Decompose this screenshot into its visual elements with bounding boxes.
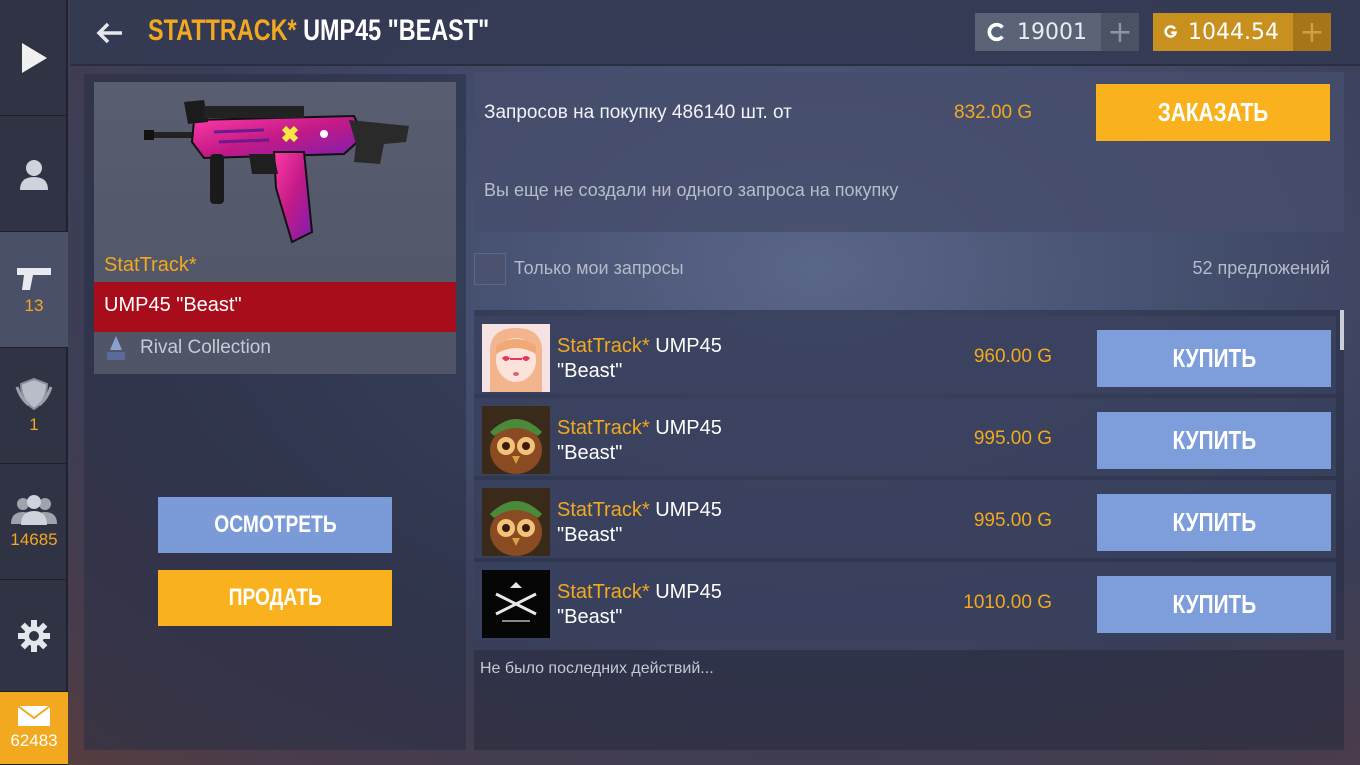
buy-label: КУПИТЬ [1172,507,1256,537]
sidebar-item-profile[interactable] [0,116,68,232]
offer-row: StatTrack* UMP45 "Beast" 1010.00 G КУПИТ… [474,562,1336,640]
no-orders-text: Вы еще не создали ни одного запроса на п… [484,180,899,200]
sell-label: ПРОДАТЬ [228,584,322,611]
filter-row: Только мои запросы 52 предложений [474,250,1330,288]
offer-skin: "Beast" [557,442,623,464]
sidebar-item-settings[interactable] [0,580,68,692]
offer-price: 960.00 G [973,346,1052,367]
credits-icon [987,22,1004,42]
play-icon [22,42,47,73]
shield-icon [15,377,53,410]
offer-item-name: StatTrack* UMP45 "Beast" [557,334,722,384]
credits-value: 19001 [1017,19,1087,45]
gold-value: 1044.54 [1188,19,1279,45]
recent-activity-text: Не было последних действий... [480,660,714,677]
buy-button[interactable]: КУПИТЬ [1097,412,1331,469]
crossed-guns-logo-icon [482,570,550,638]
offer-price: 995.00 G [973,428,1052,449]
weapon-image [144,100,409,244]
offers-scrollbar[interactable] [1340,310,1344,350]
mail-count: 62483 [10,731,58,750]
offer-weapon: UMP45 [655,335,722,357]
top-bar: STATTRACK* UMP45 "BEAST" 19001 + 1044.54… [70,0,1360,66]
gold-icon [1164,25,1178,38]
buy-label: КУПИТЬ [1172,425,1256,455]
buy-label: КУПИТЬ [1172,589,1256,619]
add-gold-button[interactable]: + [1293,13,1331,51]
buy-order-panel: Запросов на покупку 486140 шт. от 832.00… [474,72,1344,232]
only-my-requests-checkbox[interactable] [474,253,506,285]
sidebar-item-play[interactable] [0,0,68,116]
offer-price: 1010.00 G [963,592,1052,613]
offer-row: StatTrack* UMP45 "Beast" 995.00 G КУПИТЬ [474,398,1336,476]
clan-count: 1 [29,414,39,434]
back-button[interactable] [94,17,126,49]
owl-avatar-icon [482,406,550,474]
offer-stattrack: StatTrack* [557,581,650,603]
buy-button[interactable]: КУПИТЬ [1097,494,1331,551]
mail-icon [17,705,51,726]
seller-avatar [482,570,550,638]
only-my-requests-label: Только мои запросы [514,258,684,278]
inspect-label: ОСМОТРЕТЬ [213,511,337,538]
sidebar: 13 1 14685 62483 [0,0,68,765]
credits-balance: 19001 + [975,13,1139,51]
sell-button[interactable]: ПРОДАТЬ [158,570,392,626]
buy-button[interactable]: КУПИТЬ [1097,576,1331,633]
gold-balance: 1044.54 + [1153,13,1331,51]
offer-row: StatTrack* UMP45 "Beast" 960.00 G КУПИТЬ [474,316,1336,394]
offer-weapon: UMP45 [655,499,722,521]
friends-count: 14685 [10,529,58,549]
owl-avatar-icon [482,488,550,556]
offer-item-name: StatTrack* UMP45 "Beast" [557,498,722,548]
order-label: ЗАКАЗАТЬ [1157,97,1269,127]
offer-item-name: StatTrack* UMP45 "Beast" [557,416,722,466]
stattrack-label: StatTrack* [104,254,197,276]
offer-count: 52 предложений [1192,258,1330,278]
item-name-bar: UMP45 "Beast" [94,282,456,332]
inspect-button[interactable]: ОСМОТРЕТЬ [158,497,392,553]
collection-name: Rival Collection [140,337,271,358]
title-stattrack: STATTRACK* [148,14,297,47]
item-panel: StatTrack* UMP45 "Beast" Rival Collectio… [84,74,466,750]
buy-requests-text: Запросов на покупку 486140 шт. от [484,102,792,123]
anime-girl-avatar-icon [482,324,550,392]
offer-skin: "Beast" [557,606,623,628]
offer-skin: "Beast" [557,524,623,546]
friends-icon [11,494,57,525]
collection-info: Rival Collection [104,334,271,362]
inventory-count: 13 [24,295,44,315]
arrow-left-icon [96,22,122,44]
sidebar-item-mail[interactable]: 62483 [0,692,68,765]
user-icon [20,159,48,190]
offers-list: StatTrack* UMP45 "Beast" 960.00 G КУПИТЬ… [474,310,1344,640]
offer-price: 995.00 G [973,510,1052,531]
rival-collection-icon [107,336,125,360]
offer-stattrack: StatTrack* [557,499,650,521]
page-title: STATTRACK* UMP45 "BEAST" [148,14,489,48]
offer-stattrack: StatTrack* [557,417,650,439]
offer-skin: "Beast" [557,360,623,382]
gear-icon [18,619,50,652]
offer-item-name: StatTrack* UMP45 "Beast" [557,580,722,630]
seller-avatar [482,406,550,474]
sidebar-item-clan[interactable]: 1 [0,348,68,464]
buy-label: КУПИТЬ [1172,343,1256,373]
sidebar-item-friends[interactable]: 14685 [0,464,68,580]
seller-avatar [482,324,550,392]
offer-weapon: UMP45 [655,581,722,603]
seller-avatar [482,488,550,556]
pistol-icon [17,267,51,290]
recent-activity-panel: Не было последних действий... [474,650,1344,750]
title-item-name: UMP45 "BEAST" [303,14,490,47]
order-button[interactable]: ЗАКАЗАТЬ [1096,84,1330,141]
add-credits-button[interactable]: + [1101,13,1139,51]
offer-stattrack: StatTrack* [557,335,650,357]
offer-row: StatTrack* UMP45 "Beast" 995.00 G КУПИТЬ [474,480,1336,558]
weapon-card: StatTrack* UMP45 "Beast" [94,82,456,374]
min-order-price: 832.00 G [954,102,1033,123]
offer-weapon: UMP45 [655,417,722,439]
buy-button[interactable]: КУПИТЬ [1097,330,1331,387]
sidebar-item-inventory[interactable]: 13 [0,232,68,348]
